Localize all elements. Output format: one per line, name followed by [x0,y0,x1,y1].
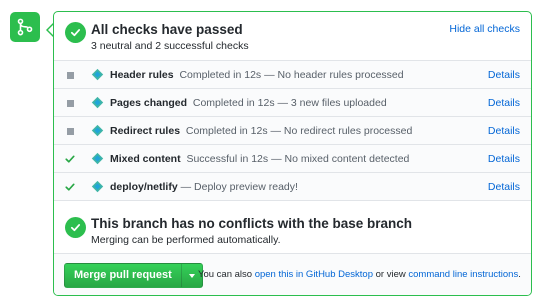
open-in-desktop-link[interactable]: open this in GitHub Desktop [255,269,373,280]
details-link[interactable]: Details [488,97,520,109]
checks-subtitle: 3 neutral and 2 successful checks [91,40,249,52]
command-line-instructions-link[interactable]: command line instructions [408,269,518,280]
check-row: deploy/netlify — Deploy preview ready! D… [54,173,531,201]
check-row: Redirect rules Completed in 12s — No red… [54,117,531,145]
check-name: Pages changed [110,97,188,109]
hide-all-checks-link[interactable]: Hide all checks [449,23,520,35]
check-description: Completed in 12s — No redirect rules pro… [185,125,413,137]
chevron-down-icon [188,273,195,278]
check-row: Header rules Completed in 12s — No heade… [54,61,531,89]
check-row: Mixed content Successful in 12s — No mix… [54,145,531,173]
merge-pull-request-button[interactable]: Merge pull request [65,264,181,287]
neutral-square-icon [65,70,75,80]
check-name: Redirect rules [110,125,181,137]
neutral-square-icon [65,98,75,108]
conflicts-subtitle: Merging can be performed automatically. [91,234,281,246]
footer-text-middle: or view [375,269,406,280]
check-name: deploy/netlify [110,181,178,193]
check-description: Successful in 12s — No mixed content det… [186,153,410,165]
footer-text-prefix: You can also [198,269,253,280]
netlify-icon [91,96,104,109]
details-link[interactable]: Details [488,153,520,165]
check-row: Pages changed Completed in 12s — 3 new f… [54,89,531,117]
netlify-icon [91,152,104,165]
netlify-icon [91,180,104,193]
check-icon [65,182,75,192]
check-name: Header rules [110,69,174,81]
check-icon [65,22,86,43]
checks-summary: All checks have passed 3 neutral and 2 s… [54,12,531,60]
details-link[interactable]: Details [488,125,520,137]
merge-conflicts-status: This branch has no conflicts with the ba… [54,204,531,254]
neutral-square-icon [65,126,75,136]
check-icon [65,217,86,238]
check-icon [65,154,75,164]
checks-list: Header rules Completed in 12s — No heade… [54,60,531,201]
check-description: — Deploy preview ready! [180,181,298,193]
git-merge-icon [10,12,40,42]
footer-text-suffix: . [518,269,521,280]
check-description: Completed in 12s — No header rules proce… [179,69,404,81]
netlify-icon [91,124,104,137]
conflicts-title: This branch has no conflicts with the ba… [91,216,413,231]
checks-title: All checks have passed [91,22,243,37]
merge-pull-request-button-group: Merge pull request [64,263,203,288]
merge-status-panel: All checks have passed 3 neutral and 2 s… [53,11,532,296]
check-name: Mixed content [110,153,181,165]
merge-alternatives-text: You can also open this in GitHub Desktop… [198,269,521,280]
details-link[interactable]: Details [488,69,520,81]
check-description: Completed in 12s — 3 new files uploaded [192,97,387,109]
merge-footer: Merge pull request You can also open thi… [54,254,531,295]
netlify-icon [91,68,104,81]
details-link[interactable]: Details [488,181,520,193]
